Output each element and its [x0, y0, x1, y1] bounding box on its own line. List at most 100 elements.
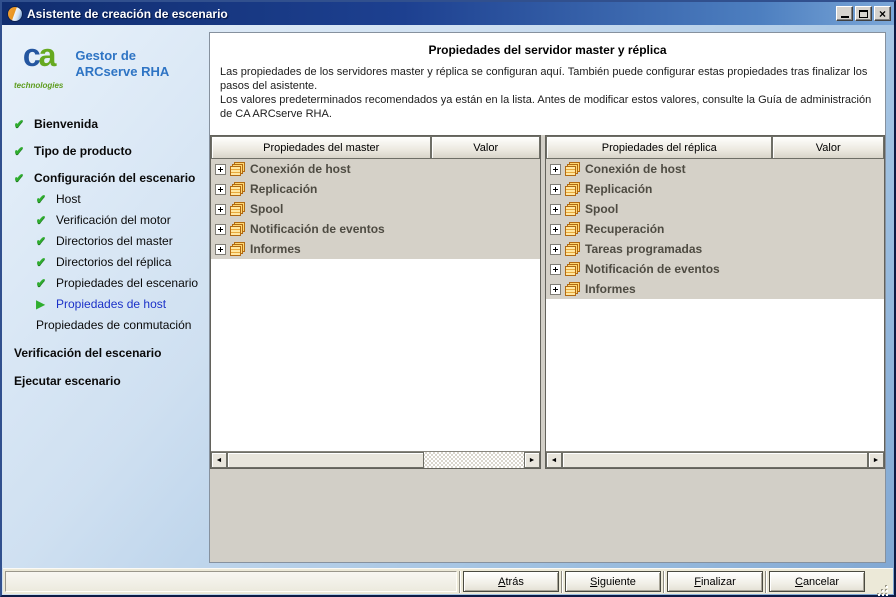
page-title: Propiedades del servidor master y réplic…	[428, 43, 667, 57]
expand-plus-icon[interactable]	[215, 183, 226, 195]
step-label: Ejecutar escenario	[14, 374, 121, 388]
check-icon: ✔	[36, 276, 47, 290]
tree-row-tareas-programadas[interactable]: Tareas programadas	[546, 239, 884, 259]
scrollbar-thumb[interactable]	[227, 452, 425, 468]
minimize-button[interactable]	[836, 6, 853, 21]
step-label: Tipo de producto	[34, 144, 132, 158]
button-label: iguiente	[597, 575, 636, 588]
footer-separator	[561, 570, 563, 593]
window-title: Asistente de creación de escenario	[27, 6, 228, 21]
product-name-line2: ARCserve RHA	[75, 64, 170, 79]
check-icon: ✔	[36, 255, 47, 269]
check-icon: ✔	[14, 117, 25, 131]
property-group-icon	[229, 241, 247, 257]
close-button[interactable]: ×	[874, 6, 891, 21]
expand-plus-icon[interactable]	[550, 263, 561, 275]
sidebar-step-ejecutar-escenario[interactable]: Ejecutar escenario	[8, 374, 206, 388]
expand-plus-icon[interactable]	[550, 243, 561, 255]
step-label: Bienvenida	[34, 117, 99, 131]
property-group-icon	[564, 201, 582, 217]
sidebar-step-tipo-de-producto[interactable]: ✔ Tipo de producto	[8, 144, 206, 158]
back-button[interactable]: Atrás	[463, 571, 559, 592]
expand-plus-icon[interactable]	[215, 223, 226, 235]
scroll-left-icon[interactable]: ◄	[546, 452, 562, 468]
scrollbar-thumb[interactable]	[562, 452, 868, 468]
step-label: Propiedades de conmutación	[36, 318, 192, 332]
sidebar-step-configuracion-del-escenario[interactable]: ✔ Configuración del escenario	[8, 171, 206, 185]
cancel-button[interactable]: Cancelar	[769, 571, 865, 592]
step-label: Host	[56, 192, 81, 206]
wizard-sidebar: ca technologies Gestor de ARCserve RHA ✔…	[8, 32, 206, 559]
tree-row-replicacion[interactable]: Replicación	[211, 179, 540, 199]
expand-plus-icon[interactable]	[215, 243, 226, 255]
sidebar-step-directorios-del-replica[interactable]: ✔ Directorios del réplica	[8, 255, 206, 269]
step-label: Configuración del escenario	[34, 171, 196, 185]
button-accel: F	[694, 575, 701, 588]
tree-row-spool[interactable]: Spool	[211, 199, 540, 219]
sidebar-step-bienvenida[interactable]: ✔ Bienvenida	[8, 117, 206, 131]
expand-plus-icon[interactable]	[550, 223, 561, 235]
scroll-left-icon[interactable]: ◄	[211, 452, 227, 468]
footer-separator	[765, 570, 767, 593]
replica-value-column-header[interactable]: Valor	[772, 136, 884, 159]
property-group-icon	[564, 281, 582, 297]
replica-horizontal-scrollbar[interactable]: ◄ ►	[546, 451, 884, 468]
property-group-icon	[564, 161, 582, 177]
tree-row-informes[interactable]: Informes	[546, 279, 884, 299]
sidebar-step-directorios-del-master[interactable]: ✔ Directorios del master	[8, 234, 206, 248]
master-name-column-header[interactable]: Propiedades del master	[211, 136, 432, 159]
tree-row-label: Tareas programadas	[585, 242, 703, 256]
tree-row-notificacion-de-eventos[interactable]: Notificación de eventos	[546, 259, 884, 279]
tree-row-label: Spool	[585, 202, 619, 216]
status-area	[5, 571, 457, 592]
sidebar-step-propiedades-del-escenario[interactable]: ✔ Propiedades del escenario	[8, 276, 206, 290]
step-label: Propiedades del escenario	[56, 276, 199, 290]
sidebar-step-propiedades-de-conmutacion[interactable]: Propiedades de conmutación	[8, 318, 206, 332]
tree-row-label: Notificación de eventos	[250, 222, 385, 236]
next-button[interactable]: Siguiente	[565, 571, 661, 592]
step-label: Propiedades de host	[56, 297, 167, 311]
maximize-button[interactable]	[855, 6, 872, 21]
scrollbar-track[interactable]	[424, 452, 524, 468]
button-accel: C	[794, 575, 803, 588]
master-properties-tree: Conexión de host Replicación Spool Notif…	[211, 159, 540, 451]
replica-properties-panel: Propiedades del réplica Valor Conexión d…	[545, 135, 885, 469]
expand-plus-icon[interactable]	[215, 163, 226, 175]
scroll-right-icon[interactable]: ►	[868, 452, 884, 468]
property-group-icon	[564, 241, 582, 257]
tree-row-replicacion[interactable]: Replicación	[546, 179, 884, 199]
tree-row-spool[interactable]: Spool	[546, 199, 884, 219]
tree-row-label: Informes	[250, 242, 301, 256]
expand-plus-icon[interactable]	[550, 163, 561, 175]
finish-button[interactable]: Finalizar	[667, 571, 763, 592]
footer-separator	[663, 570, 665, 593]
check-icon: ✔	[36, 192, 47, 206]
close-icon: ×	[878, 6, 886, 21]
property-group-icon	[229, 161, 247, 177]
tree-row-label: Conexión de host	[250, 162, 351, 176]
sidebar-step-verificacion-del-motor[interactable]: ✔ Verificación del motor	[8, 213, 206, 227]
replica-name-column-header[interactable]: Propiedades del réplica	[546, 136, 773, 159]
expand-plus-icon[interactable]	[215, 203, 226, 215]
sidebar-step-propiedades-de-host[interactable]: ▶ Propiedades de host	[8, 297, 206, 311]
check-icon: ✔	[14, 171, 25, 185]
resize-grip-icon[interactable]	[877, 585, 879, 587]
tree-row-informes[interactable]: Informes	[211, 239, 540, 259]
minimize-icon	[840, 16, 849, 18]
tree-row-recuperacion[interactable]: Recuperación	[546, 219, 884, 239]
expand-plus-icon[interactable]	[550, 283, 561, 295]
ca-technologies-logo: ca technologies	[14, 39, 63, 99]
replica-properties-tree: Conexión de host Replicación Spool Recup…	[546, 159, 884, 451]
scroll-right-icon[interactable]: ►	[524, 452, 540, 468]
wizard-window: Asistente de creación de escenario × ca …	[0, 0, 896, 597]
sidebar-step-host[interactable]: ✔ Host	[8, 192, 206, 206]
properties-panels-zone: Propiedades del master Valor Conexión de…	[210, 135, 885, 562]
tree-row-conexion-de-host[interactable]: Conexión de host	[546, 159, 884, 179]
master-horizontal-scrollbar[interactable]: ◄ ►	[211, 451, 540, 468]
master-value-column-header[interactable]: Valor	[431, 136, 540, 159]
tree-row-notificacion-de-eventos[interactable]: Notificación de eventos	[211, 219, 540, 239]
expand-plus-icon[interactable]	[550, 183, 561, 195]
tree-row-conexion-de-host[interactable]: Conexión de host	[211, 159, 540, 179]
sidebar-step-verificacion-del-escenario[interactable]: Verificación del escenario	[8, 346, 206, 360]
expand-plus-icon[interactable]	[550, 203, 561, 215]
